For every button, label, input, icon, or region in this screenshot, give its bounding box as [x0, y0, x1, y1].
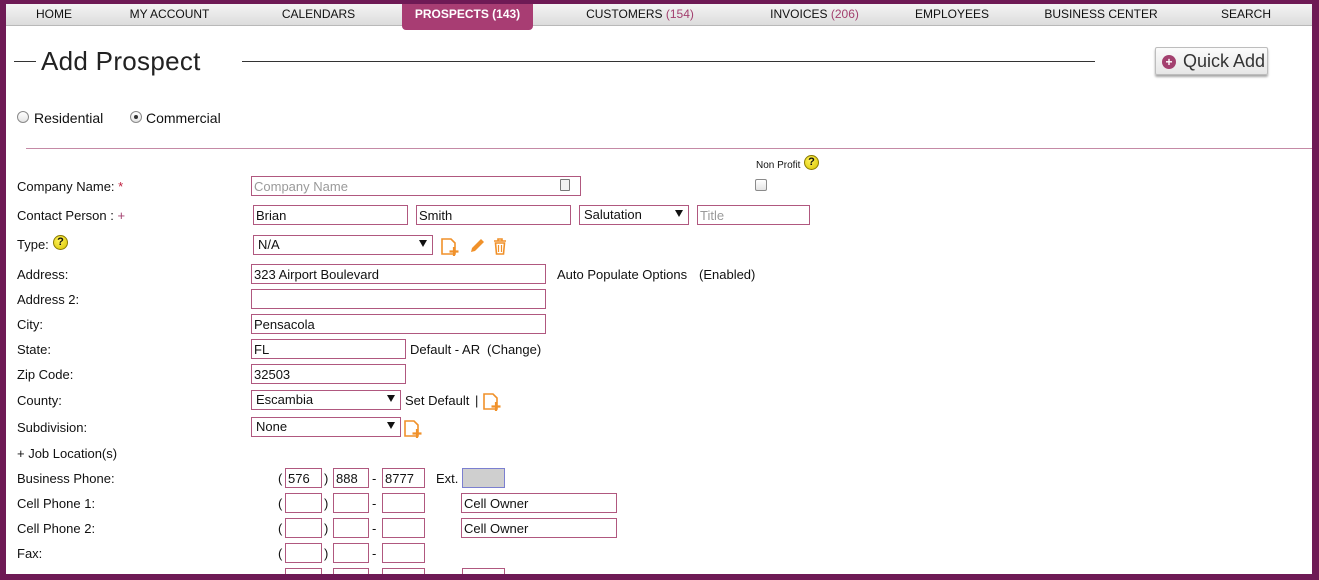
- paren-open: (: [278, 471, 283, 486]
- quick-add-button[interactable]: + Quick Add: [1155, 47, 1268, 75]
- add-subdivision-icon[interactable]: [403, 419, 425, 439]
- commercial-label: Commercial: [146, 110, 221, 126]
- city-label: City:: [17, 317, 43, 332]
- company-name-label: Company Name: *: [17, 179, 124, 194]
- fax-area-input[interactable]: [285, 543, 322, 563]
- next-row-area-input[interactable]: [285, 568, 322, 574]
- dash: -: [372, 471, 377, 486]
- city-input[interactable]: [251, 314, 546, 334]
- cell-phone2-label: Cell Phone 2:: [17, 521, 96, 536]
- help-icon[interactable]: ?: [804, 155, 819, 170]
- nav-invoices[interactable]: INVOICES (206): [747, 4, 882, 26]
- nav-search[interactable]: SEARCH: [1180, 4, 1312, 26]
- nav-prospects[interactable]: PROSPECTS (143): [402, 4, 533, 30]
- page-title: Add Prospect: [41, 46, 201, 76]
- paren-close: ): [324, 546, 329, 561]
- residential-radio[interactable]: [17, 111, 29, 123]
- company-name-input[interactable]: [251, 176, 581, 196]
- paren-close: ): [324, 521, 329, 536]
- paren-close: ): [324, 496, 329, 511]
- cell-phone1-label: Cell Phone 1:: [17, 496, 96, 511]
- nav-business-center[interactable]: BUSINESS CENTER: [1022, 4, 1180, 26]
- next-row-prefix-input[interactable]: [333, 568, 369, 574]
- nav-customers[interactable]: CUSTOMERS (154): [533, 4, 747, 26]
- commercial-radio[interactable]: [130, 111, 142, 123]
- title-input[interactable]: [697, 205, 810, 225]
- change-state-link[interactable]: (Change): [487, 342, 541, 357]
- fax-label: Fax:: [17, 546, 43, 561]
- nav-calendars[interactable]: CALENDARS: [237, 4, 400, 26]
- plus-circle-icon: +: [1162, 55, 1176, 69]
- cell1-prefix-input[interactable]: [333, 493, 369, 513]
- set-default-link[interactable]: Set Default: [405, 393, 469, 408]
- fax-prefix-input[interactable]: [333, 543, 369, 563]
- cell2-area-input[interactable]: [285, 518, 322, 538]
- zip-input[interactable]: [251, 364, 406, 384]
- type-select[interactable]: N/A: [253, 235, 433, 255]
- dash: -: [372, 496, 377, 511]
- cell2-prefix-input[interactable]: [333, 518, 369, 538]
- business-prefix-input[interactable]: [333, 468, 369, 488]
- cell2-owner-input[interactable]: [461, 518, 617, 538]
- next-row-line-input[interactable]: [382, 568, 425, 574]
- nav-employees[interactable]: EMPLOYEES: [882, 4, 1022, 26]
- next-row-ext-input[interactable]: [462, 568, 505, 574]
- salutation-select[interactable]: Salutation: [579, 205, 689, 225]
- contact-card-icon[interactable]: [560, 179, 570, 191]
- cell1-owner-input[interactable]: [461, 493, 617, 513]
- cell2-line-input[interactable]: [382, 518, 425, 538]
- address2-input[interactable]: [251, 289, 546, 309]
- subdivision-select[interactable]: None: [251, 417, 401, 437]
- main-nav: HOME MY ACCOUNT CALENDARS PROSPECTS (143…: [6, 4, 1312, 30]
- paren-open: (: [278, 521, 283, 536]
- type-label: Type:: [17, 237, 49, 252]
- state-input[interactable]: [251, 339, 406, 359]
- add-document-icon[interactable]: [440, 237, 462, 257]
- page-frame: HOME MY ACCOUNT CALENDARS PROSPECTS (143…: [6, 4, 1312, 574]
- county-label: County:: [17, 393, 62, 408]
- last-name-input[interactable]: [416, 205, 571, 225]
- paren-close: ): [324, 471, 329, 486]
- zip-label: Zip Code:: [17, 367, 74, 382]
- cell1-area-input[interactable]: [285, 493, 322, 513]
- dash: -: [372, 546, 377, 561]
- dash: -: [372, 521, 377, 536]
- residential-label: Residential: [34, 110, 104, 126]
- paren-open: (: [278, 546, 283, 561]
- nav-my-account[interactable]: MY ACCOUNT: [102, 4, 237, 26]
- fax-line-input[interactable]: [382, 543, 425, 563]
- separator: |: [475, 393, 479, 408]
- auto-populate-link[interactable]: Auto Populate Options: [557, 267, 687, 282]
- business-area-input[interactable]: [285, 468, 322, 488]
- section-divider: [26, 148, 1312, 149]
- title-rule: [242, 61, 1095, 62]
- first-name-input[interactable]: [253, 205, 408, 225]
- address2-label: Address 2:: [17, 292, 80, 307]
- business-ext-input[interactable]: [462, 468, 505, 488]
- state-label: State:: [17, 342, 51, 357]
- subdivision-label: Subdivision:: [17, 420, 88, 435]
- title-dash: [14, 61, 36, 62]
- business-phone-label: Business Phone:: [17, 471, 115, 486]
- nav-home[interactable]: HOME: [6, 4, 102, 26]
- auto-populate-status: (Enabled): [699, 267, 756, 282]
- county-select[interactable]: Escambia: [251, 390, 401, 410]
- type-help-icon[interactable]: ?: [53, 235, 68, 250]
- contact-person-label: Contact Person : +: [17, 208, 126, 223]
- non-profit-label: Non Profit: [756, 160, 801, 171]
- state-default-text: Default - AR: [410, 342, 481, 357]
- non-profit-checkbox[interactable]: [755, 179, 767, 191]
- add-county-icon[interactable]: [482, 392, 504, 412]
- cell1-line-input[interactable]: [382, 493, 425, 513]
- business-line-input[interactable]: [382, 468, 425, 488]
- address-input[interactable]: [251, 264, 546, 284]
- trash-icon[interactable]: [491, 237, 509, 255]
- add-job-locations-link[interactable]: + Job Location(s): [17, 446, 117, 461]
- address-label: Address:: [17, 267, 69, 282]
- paren-open: (: [278, 496, 283, 511]
- ext-label: Ext.: [436, 471, 459, 486]
- edit-pencil-icon[interactable]: [468, 237, 486, 255]
